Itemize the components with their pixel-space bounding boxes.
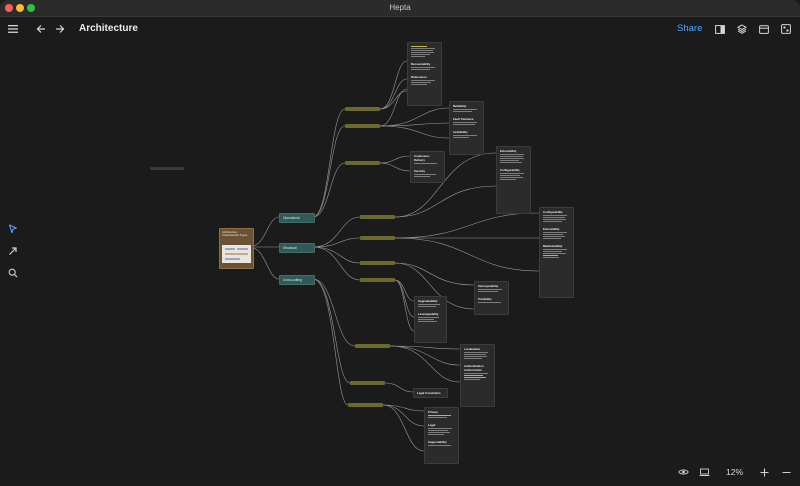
sub-node[interactable] bbox=[360, 236, 395, 240]
detached-node[interactable] bbox=[150, 167, 184, 170]
back-arrow-icon[interactable] bbox=[33, 21, 49, 37]
card-title: Supportability bbox=[428, 440, 447, 444]
sub-node[interactable] bbox=[355, 344, 390, 348]
main-node-label: Structural bbox=[283, 246, 297, 250]
card-title: Extensibility bbox=[500, 149, 517, 153]
layers-icon[interactable] bbox=[734, 21, 750, 37]
zoom-in-icon[interactable] bbox=[757, 465, 771, 479]
card-title: Interoperability bbox=[478, 284, 499, 288]
note-card[interactable]: Privacy Legal Supportability bbox=[424, 407, 459, 464]
note-card[interactable]: Continuous Delivery Security bbox=[410, 151, 445, 183]
card-title: Recoverability bbox=[411, 62, 431, 66]
card-title: Legal Constraints bbox=[417, 391, 441, 395]
main-node-label: Cross-cutting bbox=[283, 278, 302, 282]
card-title: Robustness bbox=[411, 75, 428, 79]
main-node-cross-cutting[interactable]: Cross-cutting bbox=[279, 275, 315, 285]
note-card[interactable]: Configurability Extensibility Maintainab… bbox=[539, 207, 574, 298]
sub-node[interactable] bbox=[360, 261, 395, 265]
card-title: Security bbox=[414, 169, 426, 173]
card-title: Upgradeability bbox=[418, 299, 438, 303]
presentation-icon[interactable] bbox=[697, 465, 711, 479]
mindmap-canvas[interactable]: Architecture Characteristic Types Operat… bbox=[0, 41, 800, 486]
root-node-diagram-image bbox=[222, 245, 251, 263]
toolbar: Architecture Share bbox=[0, 17, 800, 41]
root-node-title: Architecture Characteristic Types bbox=[222, 230, 248, 238]
zoom-out-icon[interactable] bbox=[779, 465, 793, 479]
note-card[interactable]: Extensibility Configurability bbox=[496, 146, 531, 214]
select-pointer-icon[interactable] bbox=[6, 222, 20, 236]
share-button[interactable]: Share bbox=[677, 23, 702, 34]
card-title: Fault Tolerance bbox=[453, 117, 474, 121]
sub-node[interactable] bbox=[360, 215, 395, 219]
card-title: Configurability bbox=[543, 210, 563, 214]
calendar-icon[interactable] bbox=[756, 21, 772, 37]
title-bar: Hepta bbox=[0, 0, 800, 17]
root-node[interactable]: Architecture Characteristic Types bbox=[219, 228, 254, 269]
note-card[interactable]: Reliability Fault Tolerance Availability bbox=[449, 101, 484, 155]
card-title: Leverageability bbox=[418, 312, 439, 316]
card-title: Extensibility bbox=[543, 227, 560, 231]
note-card[interactable]: Upgradeability Leverageability bbox=[414, 296, 447, 343]
forward-arrow-icon[interactable] bbox=[52, 21, 68, 37]
card-title: Continuous Delivery bbox=[414, 154, 430, 162]
main-node-label: Operational bbox=[283, 216, 300, 220]
sub-node[interactable] bbox=[350, 381, 385, 385]
document-title[interactable]: Architecture bbox=[79, 23, 138, 34]
connector-arrow-icon[interactable] bbox=[6, 244, 20, 258]
main-node-operational[interactable]: Operational bbox=[279, 213, 315, 223]
sub-node[interactable] bbox=[345, 124, 380, 128]
card-title: Authentication Authorization bbox=[464, 364, 484, 372]
note-card[interactable]: Interoperability Portability bbox=[474, 281, 509, 315]
card-title: Privacy bbox=[428, 410, 438, 414]
sub-node[interactable] bbox=[345, 107, 380, 111]
connection-lines bbox=[251, 60, 540, 452]
search-icon[interactable] bbox=[6, 266, 20, 280]
main-node-structural[interactable]: Structural bbox=[279, 243, 315, 253]
card-title: Configurability bbox=[500, 168, 520, 172]
sub-node[interactable] bbox=[348, 403, 383, 407]
note-card[interactable]: Recoverability Robustness bbox=[407, 42, 442, 106]
settings-panel-icon[interactable] bbox=[778, 21, 794, 37]
zoom-level[interactable]: 12% bbox=[726, 467, 743, 477]
note-card[interactable]: Localization Authentication Authorizatio… bbox=[460, 344, 495, 407]
menu-icon[interactable] bbox=[5, 21, 21, 37]
card-title: Portability bbox=[478, 297, 492, 301]
card-title: Reliability bbox=[453, 104, 467, 108]
app-window: Hepta Architecture Share Architecture Ch… bbox=[0, 0, 800, 486]
card-title: Maintainability bbox=[543, 244, 563, 248]
card-title: Legal bbox=[428, 423, 436, 427]
sub-node[interactable] bbox=[360, 278, 395, 282]
sub-node[interactable] bbox=[345, 161, 380, 165]
window-title: Hepta bbox=[389, 3, 411, 12]
card-title: Availability bbox=[453, 130, 468, 134]
note-card[interactable]: Legal Constraints bbox=[413, 388, 448, 398]
eye-icon[interactable] bbox=[676, 465, 690, 479]
sidebar-panel-icon[interactable] bbox=[712, 21, 728, 37]
card-title: Localization bbox=[464, 347, 481, 351]
